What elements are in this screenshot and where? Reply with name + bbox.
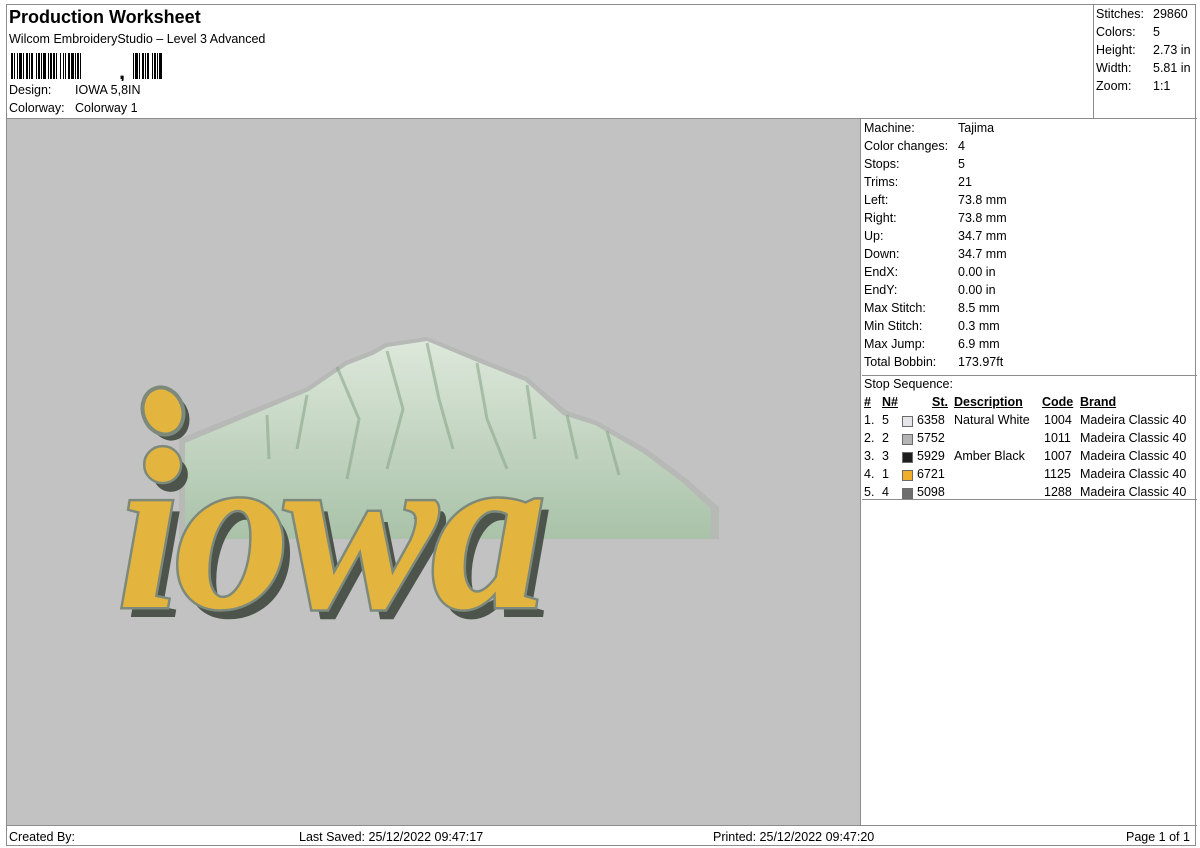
stat-value: 2.73 in xyxy=(1153,43,1191,57)
barcode-suffix: , xyxy=(119,59,125,81)
stat-row: Colors: 5 xyxy=(1096,25,1160,39)
info-label: Down: xyxy=(864,247,900,261)
design-row: Design: IOWA 5,8IN xyxy=(9,83,141,97)
info-value: 6.9 mm xyxy=(958,337,1000,351)
divider xyxy=(862,375,1197,376)
design-value: IOWA 5,8IN xyxy=(75,83,141,97)
printed-date: Printed: 25/12/2022 09:47:20 xyxy=(713,830,875,844)
info-label: EndX: xyxy=(864,265,899,279)
info-row: Max Jump: 6.9 mm xyxy=(864,337,1000,351)
col-header-brand: Brand xyxy=(1080,395,1117,409)
colorway-value: Colorway 1 xyxy=(75,101,138,115)
info-value: 34.7 mm xyxy=(958,247,1007,261)
color-swatch xyxy=(902,470,913,481)
info-label: Stops: xyxy=(864,157,900,171)
info-label: Machine: xyxy=(864,121,915,135)
info-row: Trims: 21 xyxy=(864,175,972,189)
col-header-st: St. xyxy=(932,395,948,409)
stat-label: Zoom: xyxy=(1096,79,1132,93)
info-row: Color changes: 4 xyxy=(864,139,965,153)
info-value: 0.00 in xyxy=(958,283,996,297)
stat-value: 5 xyxy=(1153,25,1160,39)
info-row: EndX: 0.00 in xyxy=(864,265,996,279)
worksheet-footer: Created By: Last Saved: 25/12/2022 09:47… xyxy=(7,825,1197,847)
info-row: Max Stitch: 8.5 mm xyxy=(864,301,1000,315)
info-label: Color changes: xyxy=(864,139,949,153)
stat-label: Stitches: xyxy=(1096,7,1144,21)
software-name: Wilcom EmbroideryStudio – Level 3 Advanc… xyxy=(9,32,266,46)
info-value: 73.8 mm xyxy=(958,211,1007,225)
page-number: Page 1 of 1 xyxy=(1126,830,1190,844)
stat-value: 5.81 in xyxy=(1153,61,1191,75)
color-swatch xyxy=(902,434,913,445)
info-label: EndY: xyxy=(864,283,898,297)
info-label: Total Bobbin: xyxy=(864,355,937,369)
created-by: Created By: xyxy=(9,830,76,844)
col-header-description: Description xyxy=(954,395,1023,409)
info-value: 0.3 mm xyxy=(958,319,1000,333)
color-swatch xyxy=(902,416,913,427)
info-label: Right: xyxy=(864,211,897,225)
stop-sequence-label: Stop Sequence: xyxy=(864,377,953,391)
artwork-text: iowa xyxy=(117,402,541,657)
design-label: Design: xyxy=(9,83,52,97)
info-value: 34.7 mm xyxy=(958,229,1007,243)
info-row: Up: 34.7 mm xyxy=(864,229,1007,243)
col-header-num: # xyxy=(864,395,871,409)
info-label: Up: xyxy=(864,229,884,243)
design-info-panel: Machine: Tajima Color changes: 4 Stops: 5 T… xyxy=(862,119,1197,825)
info-value: 21 xyxy=(958,175,972,189)
stat-value: 29860 xyxy=(1153,7,1188,21)
worksheet-frame: Production Worksheet Wilcom EmbroiderySt… xyxy=(6,4,1197,847)
info-row: Right: 73.8 mm xyxy=(864,211,1007,225)
info-value: 5 xyxy=(958,157,965,171)
colorway-label: Colorway: xyxy=(9,101,65,115)
info-label: Min Stitch: xyxy=(864,319,923,333)
info-value: 173.97ft xyxy=(958,355,1004,369)
info-label: Max Stitch: xyxy=(864,301,926,315)
info-row: Down: 34.7 mm xyxy=(864,247,1007,261)
info-row: Machine: Tajima xyxy=(864,121,994,135)
color-swatch xyxy=(902,452,913,463)
design-preview[interactable]: iowa iowa xyxy=(7,119,861,825)
stat-label: Colors: xyxy=(1096,25,1136,39)
info-value: 8.5 mm xyxy=(958,301,1000,315)
stat-row: Height: 2.73 in xyxy=(1096,43,1191,57)
info-row: Total Bobbin: 173.97ft xyxy=(864,355,1003,369)
info-row: Left: 73.8 mm xyxy=(864,193,1007,207)
colorway-row: Colorway: Colorway 1 xyxy=(9,101,138,115)
info-label: Max Jump: xyxy=(864,337,926,351)
info-value: 0.00 in xyxy=(958,265,996,279)
color-swatch xyxy=(902,488,913,499)
col-header-code: Code xyxy=(1042,395,1074,409)
embroidery-artwork: iowa iowa xyxy=(115,337,719,667)
stat-row: Stitches: 29860 xyxy=(1096,7,1188,21)
info-label: Left: xyxy=(864,193,889,207)
barcode: , xyxy=(11,53,162,81)
info-label: Trims: xyxy=(864,175,899,189)
worksheet-header: Production Worksheet Wilcom EmbroiderySt… xyxy=(7,5,1093,119)
stat-label: Height: xyxy=(1096,43,1136,57)
info-row: Min Stitch: 0.3 mm xyxy=(864,319,1000,333)
info-row: Stops: 5 xyxy=(864,157,965,171)
page-title: Production Worksheet xyxy=(9,7,201,27)
info-value: 4 xyxy=(958,139,965,153)
stat-row: Zoom: 1:1 xyxy=(1096,79,1170,93)
info-value: Tajima xyxy=(958,121,995,135)
last-saved: Last Saved: 25/12/2022 09:47:17 xyxy=(299,830,484,844)
divider xyxy=(862,499,1197,500)
stat-label: Width: xyxy=(1096,61,1132,75)
stat-value: 1:1 xyxy=(1153,79,1171,93)
info-value: 73.8 mm xyxy=(958,193,1007,207)
info-row: EndY: 0.00 in xyxy=(864,283,996,297)
stats-box: Stitches: 29860 Colors: 5 Height: 2.73 in W… xyxy=(1093,5,1197,119)
stat-row: Width: 5.81 in xyxy=(1096,61,1191,75)
col-header-n: N# xyxy=(882,395,898,409)
